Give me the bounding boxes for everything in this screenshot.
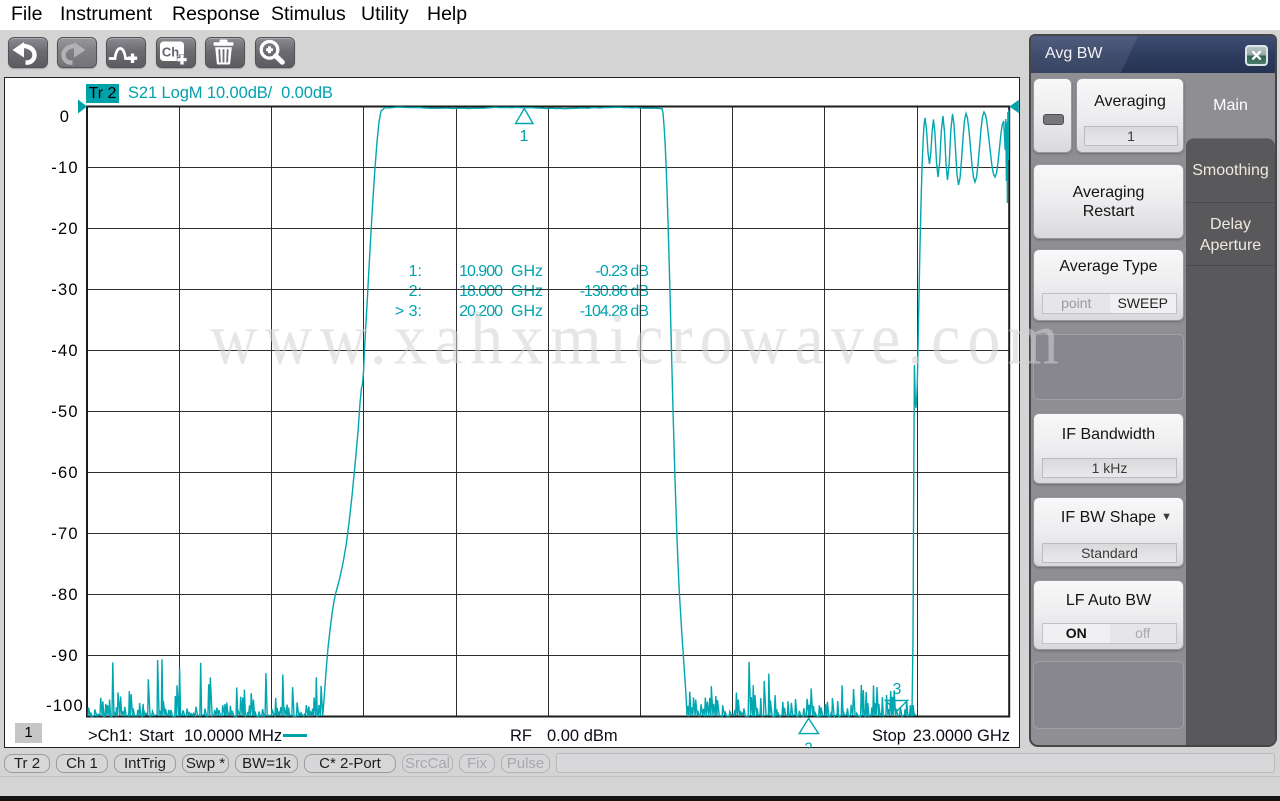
svg-text:2: 2 [804, 740, 812, 757]
